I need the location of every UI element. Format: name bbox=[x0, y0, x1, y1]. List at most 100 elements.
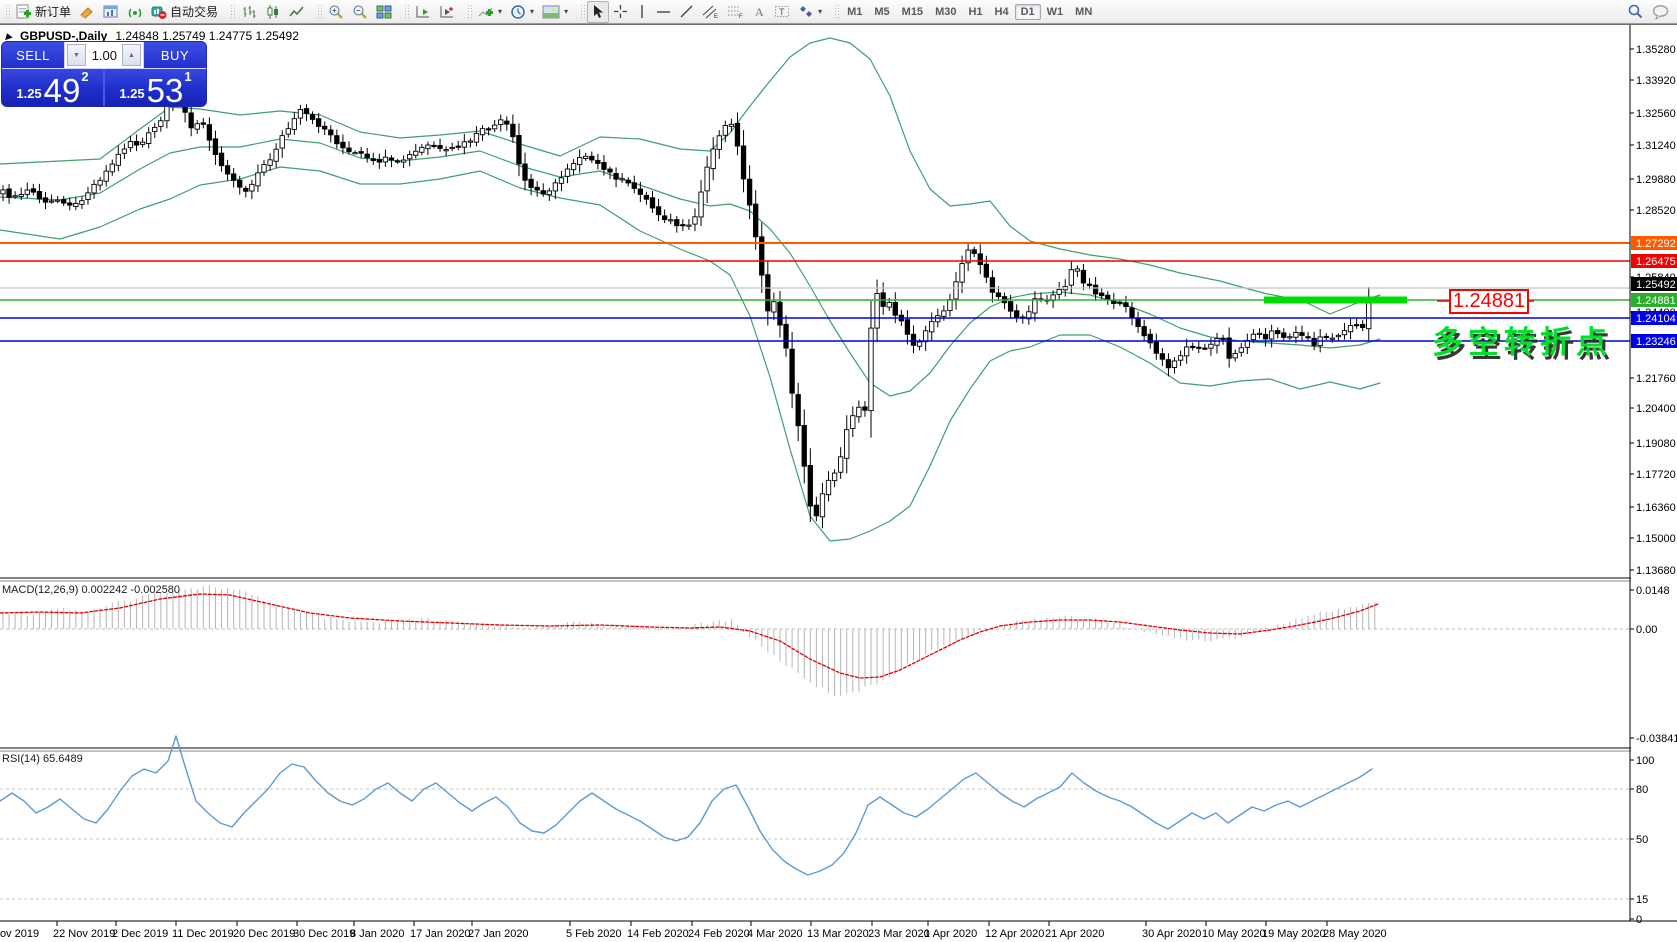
sell-button[interactable]: SELL bbox=[2, 42, 64, 68]
signal-button[interactable] bbox=[123, 1, 147, 23]
channel-icon: E bbox=[702, 5, 718, 19]
sell-price-pip: 2 bbox=[81, 69, 89, 84]
buy-quote[interactable]: 1.25 53 1 bbox=[105, 69, 206, 106]
time-axis-label: Nov 2019 bbox=[0, 928, 39, 940]
sell-quote[interactable]: 1.25 49 2 bbox=[2, 69, 105, 106]
svg-text:50: 50 bbox=[1636, 834, 1648, 846]
trendline-button[interactable] bbox=[675, 1, 698, 23]
tile-windows-icon bbox=[376, 5, 392, 18]
time-axis-label: 30 Apr 2020 bbox=[1142, 928, 1201, 940]
timeframe-mn[interactable]: MN bbox=[1069, 4, 1098, 20]
svg-text:1.31240: 1.31240 bbox=[1636, 140, 1676, 152]
auto-scroll-button[interactable] bbox=[411, 1, 435, 23]
new-order-button[interactable]: 新订单 bbox=[12, 1, 75, 23]
timeframe-d1[interactable]: D1 bbox=[1014, 3, 1041, 20]
svg-text:15: 15 bbox=[1636, 894, 1648, 906]
chevron-down-icon: ▾ bbox=[564, 7, 569, 16]
time-axis-label: 1 Apr 2020 bbox=[924, 928, 977, 940]
label-icon: T bbox=[775, 6, 790, 17]
candlestick-button[interactable] bbox=[261, 1, 285, 23]
line-chart-icon bbox=[289, 6, 304, 16]
toolbar-group-indicators: ▾ ▾ ▾ bbox=[462, 0, 575, 23]
time-axis-label: 24 Feb 2020 bbox=[688, 928, 750, 940]
timeframe-h4[interactable]: H4 bbox=[989, 4, 1015, 20]
ohlc-values: 1.24848 1.25749 1.24775 1.25492 bbox=[115, 29, 299, 43]
zoom-in-button[interactable] bbox=[324, 1, 348, 23]
autotrade-label: 自动交易 bbox=[170, 5, 219, 19]
timeframe-h1[interactable]: H1 bbox=[962, 4, 988, 20]
timeframe-m5[interactable]: M5 bbox=[868, 4, 895, 20]
toolbar-group-chart-type bbox=[225, 0, 312, 23]
autotrade-icon bbox=[151, 6, 167, 19]
chat-button[interactable] bbox=[1648, 1, 1674, 23]
timeframe-m1[interactable]: M1 bbox=[841, 4, 868, 20]
chart-shift-icon bbox=[440, 5, 454, 17]
toolbar-grip bbox=[404, 3, 410, 20]
toolbar-group-zoom bbox=[312, 0, 399, 23]
price-chart-canvas[interactable]: 1.35280 1.33920 1.32560 1.31240 1.29880 1.285… bbox=[0, 25, 1677, 942]
time-axis-label: 28 May 2020 bbox=[1323, 928, 1387, 940]
chart-shift-button[interactable] bbox=[435, 1, 459, 23]
macd-label: MACD(12,26,9) 0.002242 -0.002580 bbox=[2, 584, 180, 596]
time-axis-label: 21 Apr 2020 bbox=[1045, 928, 1104, 940]
toolbar-group-scroll bbox=[399, 0, 462, 23]
buy-button[interactable]: BUY bbox=[144, 42, 206, 68]
chevron-down-icon: ▾ bbox=[498, 7, 503, 16]
svg-text:1.15000: 1.15000 bbox=[1636, 533, 1676, 545]
timeframe-m30[interactable]: M30 bbox=[929, 4, 962, 20]
volume-increase-button[interactable]: ▲ bbox=[122, 44, 141, 66]
svg-text:1.21760: 1.21760 bbox=[1636, 373, 1676, 385]
cursor-button[interactable] bbox=[587, 0, 610, 23]
symbol-period-label: GBPUSD-,Daily bbox=[20, 29, 108, 43]
periods-button[interactable]: ▾ bbox=[506, 1, 538, 23]
chart-style-button[interactable]: ▾ bbox=[538, 1, 572, 23]
cursor-icon bbox=[594, 5, 604, 18]
svg-text:-0.038415: -0.038415 bbox=[1636, 733, 1677, 745]
text-button[interactable]: A bbox=[748, 1, 770, 23]
indicators-button[interactable]: ▾ bbox=[474, 1, 506, 23]
shapes-button[interactable]: ▾ bbox=[794, 1, 826, 23]
trendline-icon bbox=[680, 5, 693, 18]
toolbar-grip bbox=[580, 3, 586, 20]
time-axis-label: 12 Apr 2020 bbox=[985, 928, 1044, 940]
time-axis-label: 17 Jan 2020 bbox=[410, 928, 471, 940]
channel-button[interactable]: E bbox=[698, 1, 723, 23]
horizontal-line-button[interactable] bbox=[652, 1, 675, 23]
vertical-line-button[interactable] bbox=[632, 1, 652, 23]
vertical-line-icon bbox=[641, 5, 643, 18]
chart-window: 1.35280 1.33920 1.32560 1.31240 1.29880 1.285… bbox=[0, 24, 1677, 942]
svg-text:1.19080: 1.19080 bbox=[1636, 438, 1676, 450]
charts-window-button[interactable] bbox=[99, 1, 123, 23]
chart-expand-icon bbox=[3, 31, 13, 41]
autotrade-button[interactable]: 自动交易 bbox=[147, 1, 222, 23]
timeframe-w1[interactable]: W1 bbox=[1041, 4, 1070, 20]
svg-text:1.24881: 1.24881 bbox=[1636, 295, 1676, 307]
time-axis-label: 5 Feb 2020 bbox=[566, 928, 622, 940]
toolbar-group-standard: 新订单 自动交易 bbox=[0, 0, 225, 23]
time-axis-label: 14 Feb 2020 bbox=[627, 928, 689, 940]
svg-text:1.26475: 1.26475 bbox=[1636, 256, 1676, 268]
svg-text:1.13680: 1.13680 bbox=[1636, 565, 1676, 577]
volume-decrease-button[interactable]: ▼ bbox=[67, 44, 86, 66]
timeframe-m15[interactable]: M15 bbox=[896, 4, 929, 20]
zoom-out-button[interactable] bbox=[348, 1, 372, 23]
volume-input[interactable]: 1.00 bbox=[88, 42, 120, 68]
search-button[interactable] bbox=[1623, 1, 1648, 23]
turning-point-annotation: 多空转折点 bbox=[1432, 325, 1612, 360]
horizontal-line-icon bbox=[657, 10, 671, 13]
volume-spinner: ▼ 1.00 ▲ bbox=[64, 42, 144, 68]
zoom-in-icon bbox=[329, 5, 343, 19]
svg-text:1.23246: 1.23246 bbox=[1636, 336, 1676, 348]
fibonacci-button[interactable]: F bbox=[723, 1, 748, 23]
label-button[interactable]: T bbox=[770, 1, 794, 23]
highlighter-button[interactable] bbox=[75, 1, 99, 23]
rsi-label: RSI(14) 65.6489 bbox=[2, 753, 83, 765]
highlighter-icon bbox=[80, 6, 93, 19]
search-icon bbox=[1628, 4, 1643, 19]
candlestick-chart-icon bbox=[267, 4, 279, 19]
line-chart-button[interactable] bbox=[285, 1, 309, 23]
crosshair-button[interactable] bbox=[609, 1, 632, 23]
bar-chart-button[interactable] bbox=[237, 1, 261, 23]
tile-windows-button[interactable] bbox=[372, 1, 396, 23]
sell-price-big: 49 bbox=[43, 71, 81, 106]
